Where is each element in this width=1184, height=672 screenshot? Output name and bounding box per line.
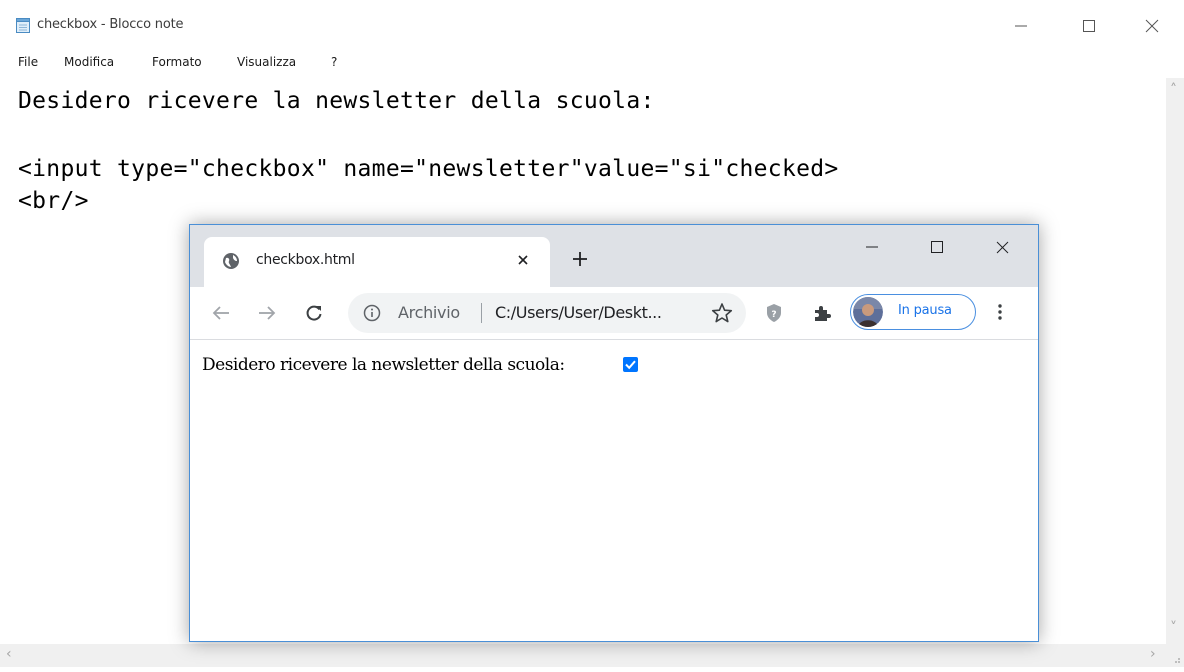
info-icon [363,304,381,322]
menu-modifica[interactable]: Modifica [64,55,114,69]
scroll-right-icon[interactable]: › [1150,646,1156,662]
kebab-menu-icon[interactable] [998,303,1002,321]
back-button[interactable] [207,299,235,327]
tab-checkbox-html[interactable]: checkbox.html [204,237,550,287]
close-icon [518,255,528,265]
new-tab-button[interactable] [568,247,592,271]
scroll-down-icon[interactable]: ˅ [1170,620,1177,636]
maximize-button[interactable] [1066,12,1112,40]
menu-bar: File Modifica Formato Visualizza ? [0,52,1184,74]
origin-chip: Archivio [398,303,460,322]
browser-maximize-button[interactable] [913,231,961,263]
browser-toolbar: Archivio C:/Users/User/Deskt... ? In pau… [190,287,1038,340]
minimize-icon [866,246,878,248]
newsletter-checkbox[interactable] [623,357,638,372]
editor-line-4: <br/> [18,188,89,214]
plus-icon [573,252,587,266]
globe-icon [223,253,239,269]
close-icon [1145,19,1159,33]
tab-title: checkbox.html [256,252,355,268]
shield-icon[interactable]: ? [765,303,783,323]
star-icon[interactable] [711,302,733,324]
minimize-icon [1015,25,1027,27]
browser-minimize-button[interactable] [848,231,896,263]
profile-status: In pausa [898,303,952,318]
notepad-titlebar[interactable]: checkbox - Blocco note [0,0,1184,48]
page-label: Desidero ricevere la newsletter della sc… [202,355,565,375]
address-separator [481,303,482,323]
puzzle-icon[interactable] [812,303,832,323]
checkmark-icon [625,360,636,370]
tab-strip[interactable]: checkbox.html [190,225,1038,287]
url-text: C:/Users/User/Deskt... [495,303,662,322]
editor-line-1: Desidero ricevere la newsletter della sc… [18,88,655,114]
avatar [853,297,883,327]
tab-close-button[interactable] [512,249,534,271]
reload-button[interactable] [300,299,328,327]
maximize-icon [1083,20,1095,32]
window-title: checkbox - Blocco note [37,17,184,32]
vertical-scrollbar[interactable]: ˄ ˅ [1166,78,1184,644]
menu-visualizza[interactable]: Visualizza [237,55,296,69]
profile-button[interactable]: In pausa [850,294,976,330]
horizontal-scrollbar[interactable]: ‹ › [0,644,1166,667]
menu-help[interactable]: ? [331,55,337,69]
scroll-left-icon[interactable]: ‹ [6,646,12,662]
browser-close-button[interactable] [978,231,1026,263]
editor-line-3: <input type="checkbox" name="newsletter"… [18,156,839,182]
minimize-button[interactable] [998,12,1044,40]
close-icon [996,241,1008,253]
svg-text:?: ? [771,310,776,320]
back-arrow-icon [212,306,229,320]
scroll-up-icon[interactable]: ˄ [1170,82,1177,98]
address-bar[interactable]: Archivio C:/Users/User/Deskt... [348,293,746,333]
page-content: Desidero ricevere la newsletter della sc… [190,340,1038,641]
maximize-icon [931,241,943,253]
close-button[interactable] [1129,12,1175,40]
notepad-icon [16,18,30,33]
forward-button[interactable] [253,299,281,327]
menu-formato[interactable]: Formato [152,55,202,69]
menu-file[interactable]: File [18,55,38,69]
reload-icon [306,305,322,321]
resize-grip[interactable] [1166,644,1184,667]
resize-grip-icon [1175,658,1180,663]
browser-window[interactable]: checkbox.html Archivio C:/Users/User/Des… [189,224,1039,642]
forward-arrow-icon [259,306,276,320]
